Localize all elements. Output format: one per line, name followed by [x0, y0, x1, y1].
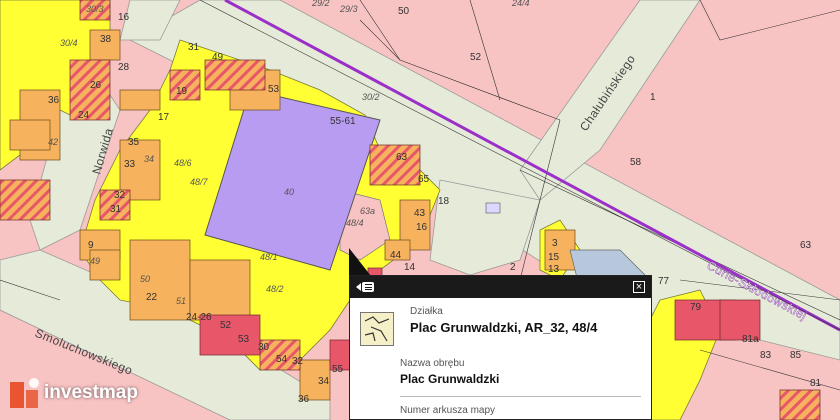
- svg-text:55: 55: [332, 364, 344, 375]
- svg-text:33: 33: [124, 159, 136, 170]
- svg-text:34: 34: [318, 376, 330, 387]
- svg-text:16: 16: [118, 12, 130, 23]
- svg-text:32: 32: [114, 190, 126, 201]
- svg-text:30/4: 30/4: [60, 38, 78, 48]
- svg-text:17: 17: [158, 112, 170, 123]
- popup-pointer: [349, 248, 371, 276]
- svg-text:36: 36: [48, 95, 60, 106]
- svg-text:49: 49: [90, 256, 100, 266]
- svg-text:24/4: 24/4: [511, 0, 530, 8]
- svg-text:30/2: 30/2: [362, 92, 380, 102]
- svg-text:28: 28: [118, 62, 130, 73]
- svg-text:29/3: 29/3: [339, 4, 358, 14]
- svg-text:19: 19: [176, 86, 188, 97]
- investmap-logo-icon: [8, 376, 42, 410]
- svg-text:14: 14: [404, 262, 416, 273]
- svg-text:50: 50: [398, 6, 410, 17]
- svg-text:77: 77: [658, 276, 670, 287]
- svg-text:26: 26: [90, 80, 102, 91]
- svg-text:1: 1: [650, 92, 656, 103]
- svg-text:3: 3: [552, 238, 558, 249]
- svg-text:38: 38: [100, 34, 112, 45]
- svg-text:31: 31: [110, 204, 122, 215]
- svg-text:48/1: 48/1: [260, 252, 278, 262]
- svg-text:32: 32: [292, 356, 304, 367]
- precinct-name-label: Nazwa obrębu: [400, 358, 465, 369]
- popup-header: ×: [350, 276, 651, 298]
- svg-text:15: 15: [548, 252, 560, 263]
- svg-text:53: 53: [268, 84, 280, 95]
- building-number-48-7: 48/7: [190, 177, 209, 187]
- svg-text:79: 79: [690, 302, 702, 313]
- svg-text:51: 51: [176, 296, 186, 306]
- map-marker-icon[interactable]: [485, 202, 501, 214]
- svg-text:55-61: 55-61: [330, 116, 356, 127]
- close-icon[interactable]: ×: [633, 281, 645, 293]
- svg-text:42: 42: [48, 137, 58, 147]
- svg-text:34: 34: [144, 154, 154, 164]
- precinct-name-value: Plac Grunwaldzki: [400, 372, 500, 386]
- logo-text: investmap: [44, 382, 138, 403]
- svg-text:9: 9: [88, 240, 94, 251]
- svg-text:29/2: 29/2: [311, 0, 330, 8]
- svg-text:58: 58: [630, 157, 642, 168]
- popup-divider: [400, 396, 641, 397]
- svg-text:49: 49: [212, 52, 224, 63]
- svg-text:22: 22: [146, 292, 158, 303]
- svg-text:30: 30: [258, 342, 270, 353]
- svg-text:63a: 63a: [360, 206, 375, 216]
- svg-text:52: 52: [470, 52, 482, 63]
- parcel-field-value: Plac Grunwaldzki, AR_32, 48/4: [410, 320, 598, 335]
- svg-text:2: 2: [510, 262, 516, 273]
- investmap-logo[interactable]: investmap: [8, 376, 138, 410]
- svg-text:85: 85: [790, 350, 802, 361]
- svg-text:48/2: 48/2: [266, 284, 284, 294]
- svg-text:43: 43: [414, 208, 426, 219]
- svg-text:30/3: 30/3: [86, 4, 104, 14]
- list-icon[interactable]: [356, 280, 378, 294]
- svg-text:18: 18: [438, 196, 450, 207]
- svg-text:81a: 81a: [742, 334, 759, 345]
- svg-text:83: 83: [760, 350, 772, 361]
- popup-body: Działka Plac Grunwaldzki, AR_32, 48/4 Na…: [350, 298, 651, 419]
- svg-text:81: 81: [810, 378, 822, 389]
- svg-text:31: 31: [188, 42, 200, 53]
- parcel-info-popup: × Działka Plac Grunwaldzki, AR_32, 48/4 …: [349, 275, 652, 420]
- svg-text:13: 13: [548, 264, 560, 275]
- parcel-field-label: Działka: [410, 306, 443, 317]
- svg-text:50: 50: [140, 274, 150, 284]
- svg-text:36: 36: [298, 394, 310, 405]
- parcel-thumbnail-icon: [360, 312, 394, 346]
- svg-text:65: 65: [418, 174, 430, 185]
- svg-text:16: 16: [416, 222, 428, 233]
- map-sheet-label: Numer arkusza mapy: [400, 405, 496, 416]
- svg-text:24: 24: [78, 110, 90, 121]
- svg-text:24-26: 24-26: [186, 312, 212, 323]
- svg-text:63: 63: [396, 152, 408, 163]
- svg-text:48/6: 48/6: [174, 158, 192, 168]
- svg-text:54: 54: [276, 354, 288, 365]
- svg-text:48/4: 48/4: [346, 218, 364, 228]
- svg-text:63: 63: [800, 240, 812, 251]
- svg-text:53: 53: [238, 334, 250, 345]
- svg-text:35: 35: [128, 137, 140, 148]
- svg-text:44: 44: [390, 250, 402, 261]
- building-number-40: 40: [284, 187, 294, 197]
- svg-text:52: 52: [220, 320, 232, 331]
